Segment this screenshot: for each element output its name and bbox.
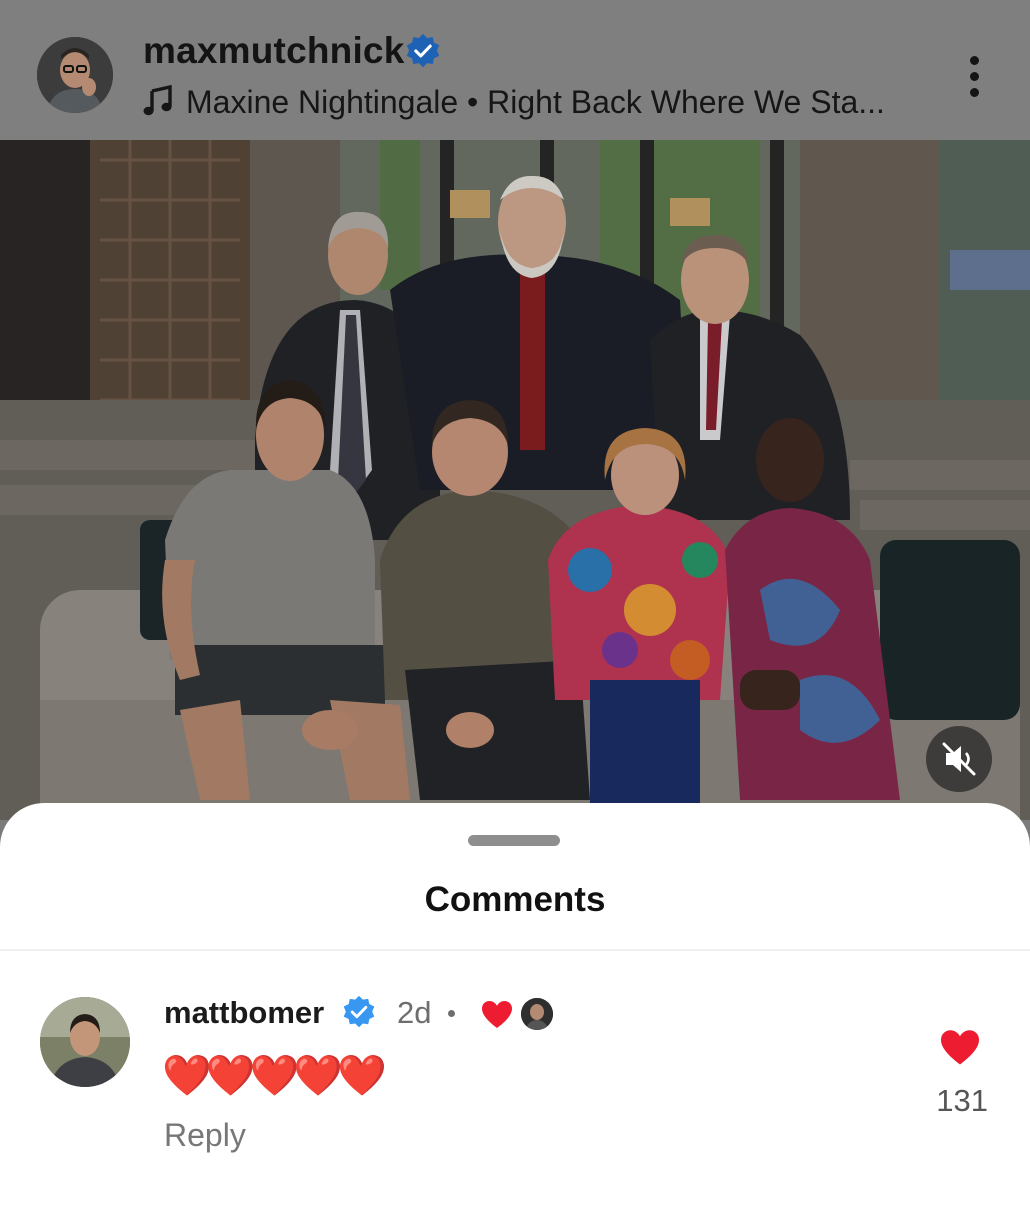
drag-handle[interactable] [468,835,560,846]
comment-text: ❤️❤️❤️❤️❤️ [162,1054,387,1098]
post-photo[interactable] [0,140,1030,820]
muted-speaker-icon [942,742,976,776]
like-count: 131 [936,1083,988,1118]
commenter-username[interactable]: mattbomer [164,995,324,1031]
author-liked-heart-icon [482,1001,512,1028]
comments-sheet: Comments mattbomer 2d ❤️❤️❤️❤️❤️ Reply 1… [0,803,1030,1223]
post-music-label[interactable]: Maxine Nightingale • Right Back Where We… [186,84,885,121]
author-avatar-small [521,998,553,1030]
comment-timestamp: 2d [397,995,432,1030]
reply-button[interactable]: Reply [164,1117,246,1154]
more-options-icon[interactable] [960,52,990,100]
music-note-icon [143,85,172,116]
divider [0,949,1030,951]
verified-badge-icon [406,33,440,68]
comments-title: Comments [424,880,606,919]
like-heart-icon[interactable] [939,1029,981,1067]
post-author-avatar[interactable] [37,37,113,113]
verified-badge-icon [343,995,375,1028]
post-author-username[interactable]: maxmutchnick [143,30,405,72]
separator-dot [448,1010,455,1017]
post-header: maxmutchnick Maxine Nightingale • Right … [0,0,1030,140]
commenter-avatar[interactable] [40,997,130,1087]
mute-toggle-button[interactable] [926,726,992,792]
